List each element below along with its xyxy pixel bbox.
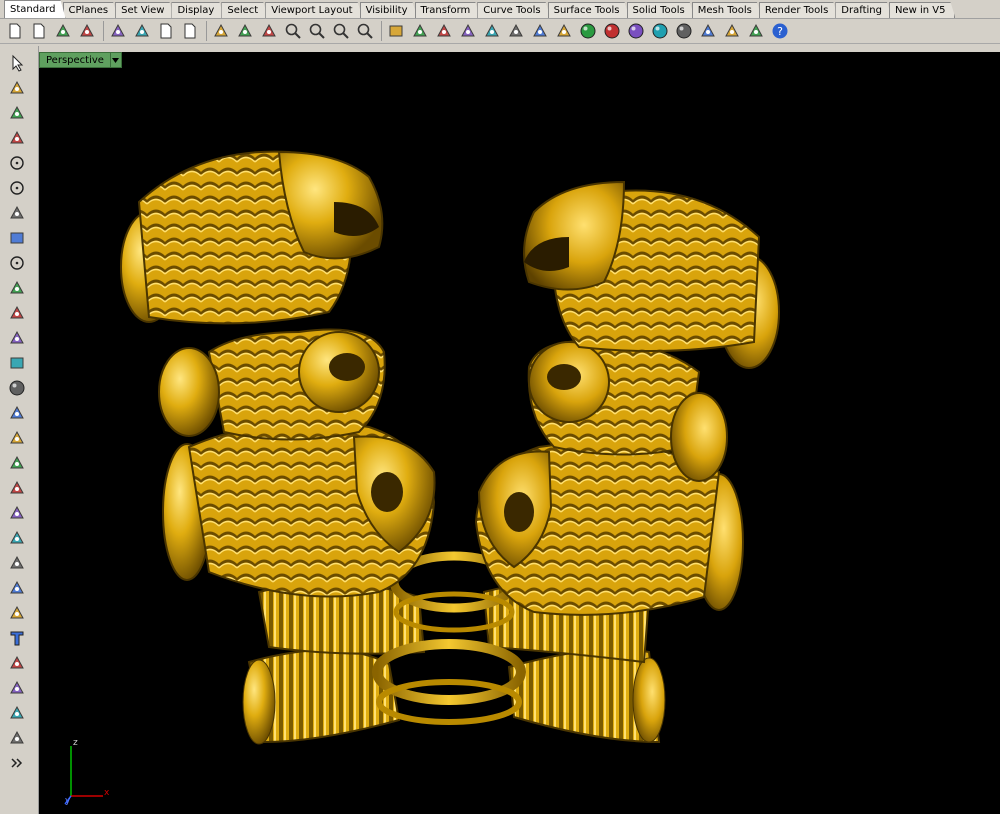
tab-mesh-tools[interactable]: Mesh Tools bbox=[692, 2, 762, 18]
help-icon[interactable]: ? bbox=[769, 20, 791, 42]
toolbar-separator bbox=[103, 21, 104, 41]
new-file-icon[interactable] bbox=[4, 20, 26, 42]
viewport-title-tab[interactable]: Perspective bbox=[39, 52, 122, 68]
explode-icon[interactable] bbox=[6, 477, 28, 499]
axis-y-label: y bbox=[65, 796, 71, 806]
array-icon[interactable] bbox=[6, 677, 28, 699]
color-wheel-icon[interactable] bbox=[577, 20, 599, 42]
grid-snap-icon[interactable] bbox=[745, 20, 767, 42]
svg-text:?: ? bbox=[777, 25, 783, 38]
tab-drafting[interactable]: Drafting bbox=[835, 2, 892, 18]
select-arrow-icon[interactable] bbox=[6, 52, 28, 74]
points-icon[interactable] bbox=[6, 552, 28, 574]
car-icon[interactable] bbox=[409, 20, 431, 42]
loft-icon[interactable] bbox=[6, 327, 28, 349]
tab-display[interactable]: Display bbox=[171, 2, 224, 18]
pointer-flag-icon[interactable] bbox=[697, 20, 719, 42]
zoom-icon[interactable] bbox=[282, 20, 304, 42]
lion-head-top-left bbox=[120, 150, 384, 325]
tab-render-tools[interactable]: Render Tools bbox=[759, 2, 838, 18]
point-icon[interactable] bbox=[6, 77, 28, 99]
render-sphere-alt-icon[interactable] bbox=[625, 20, 647, 42]
analyze-icon[interactable] bbox=[6, 702, 28, 724]
ellipse-icon[interactable] bbox=[6, 177, 28, 199]
polygon-icon[interactable] bbox=[6, 202, 28, 224]
box-icon[interactable] bbox=[6, 352, 28, 374]
polyline-icon[interactable] bbox=[6, 102, 28, 124]
lion-head-mid-left bbox=[158, 328, 386, 441]
boolean-icon[interactable] bbox=[6, 527, 28, 549]
tab-viewport-layout[interactable]: Viewport Layout bbox=[265, 2, 362, 18]
import-icon[interactable] bbox=[107, 20, 129, 42]
zoom-window-icon[interactable] bbox=[306, 20, 328, 42]
zoom-selected-icon[interactable] bbox=[354, 20, 376, 42]
dimension-icon[interactable] bbox=[6, 652, 28, 674]
render-icon[interactable] bbox=[6, 727, 28, 749]
four-viewports-icon[interactable] bbox=[385, 20, 407, 42]
tab-surface-tools[interactable]: Surface Tools bbox=[548, 2, 630, 18]
viewport-menu-dropdown-icon[interactable] bbox=[110, 52, 122, 68]
rectangle-icon[interactable] bbox=[6, 227, 28, 249]
perspective-viewport[interactable]: z x y bbox=[39, 52, 1000, 814]
rotate-view-icon[interactable] bbox=[258, 20, 280, 42]
zoom-extents-icon[interactable] bbox=[330, 20, 352, 42]
settings-gear-icon[interactable] bbox=[721, 20, 743, 42]
tab-solid-tools[interactable]: Solid Tools bbox=[627, 2, 695, 18]
circle-tool-icon[interactable] bbox=[6, 252, 28, 274]
tab-standard[interactable]: Standard bbox=[4, 0, 66, 18]
curve-icon[interactable] bbox=[6, 127, 28, 149]
tab-visibility[interactable]: Visibility bbox=[360, 2, 418, 18]
transform-icon[interactable] bbox=[6, 452, 28, 474]
tab-cplanes[interactable]: CPlanes bbox=[63, 2, 119, 18]
print-icon[interactable] bbox=[76, 20, 98, 42]
lock-icon[interactable] bbox=[529, 20, 551, 42]
open-file-icon[interactable] bbox=[28, 20, 50, 42]
properties-icon[interactable] bbox=[481, 20, 503, 42]
curve-edit-icon[interactable] bbox=[6, 577, 28, 599]
paste-icon[interactable] bbox=[179, 20, 201, 42]
options-icon[interactable] bbox=[433, 20, 455, 42]
shade-icon[interactable] bbox=[553, 20, 575, 42]
viewport-title[interactable]: Perspective bbox=[39, 52, 111, 68]
left-toolbar bbox=[0, 46, 39, 814]
text-icon[interactable] bbox=[6, 627, 28, 649]
tab-curve-tools[interactable]: Curve Tools bbox=[477, 2, 550, 18]
split-icon[interactable] bbox=[6, 502, 28, 524]
plane-icon[interactable] bbox=[6, 427, 28, 449]
more-icon[interactable] bbox=[6, 752, 28, 774]
light-bulb-icon[interactable] bbox=[505, 20, 527, 42]
copy-icon[interactable] bbox=[155, 20, 177, 42]
render-sphere-icon[interactable] bbox=[601, 20, 623, 42]
axis-x-label: x bbox=[104, 788, 110, 798]
tab-set-view[interactable]: Set View bbox=[115, 2, 174, 18]
undo-icon[interactable] bbox=[210, 20, 232, 42]
tab-new-in-v5[interactable]: New in V5 bbox=[889, 2, 956, 18]
axis-gizmo: z x y bbox=[61, 736, 111, 806]
save-icon[interactable] bbox=[52, 20, 74, 42]
standard-toolbar: ? bbox=[0, 19, 1000, 44]
toolbar-tabs: Standard CPlanes Set View Display Select View… bbox=[0, 0, 1000, 19]
toolbar-separator bbox=[206, 21, 207, 41]
circle-icon[interactable] bbox=[6, 152, 28, 174]
fillet-icon[interactable] bbox=[6, 602, 28, 624]
layers-icon[interactable] bbox=[457, 20, 479, 42]
ghosted-sphere-icon[interactable] bbox=[649, 20, 671, 42]
surface-icon[interactable] bbox=[6, 302, 28, 324]
pan-hand-icon[interactable] bbox=[234, 20, 256, 42]
arc-icon[interactable] bbox=[6, 277, 28, 299]
axis-z-label: z bbox=[73, 738, 78, 748]
toolbar-separator bbox=[381, 21, 382, 41]
lion-model-render bbox=[120, 150, 780, 745]
lion-head-lower-left bbox=[162, 421, 436, 598]
lion-head-top-right bbox=[523, 180, 780, 369]
globe-icon[interactable] bbox=[673, 20, 695, 42]
tab-transform[interactable]: Transform bbox=[415, 2, 481, 18]
tab-select[interactable]: Select bbox=[221, 2, 268, 18]
bottom-right-tube bbox=[507, 648, 666, 744]
cut-icon[interactable] bbox=[131, 20, 153, 42]
sphere-icon[interactable] bbox=[6, 377, 28, 399]
cylinder-icon[interactable] bbox=[6, 402, 28, 424]
